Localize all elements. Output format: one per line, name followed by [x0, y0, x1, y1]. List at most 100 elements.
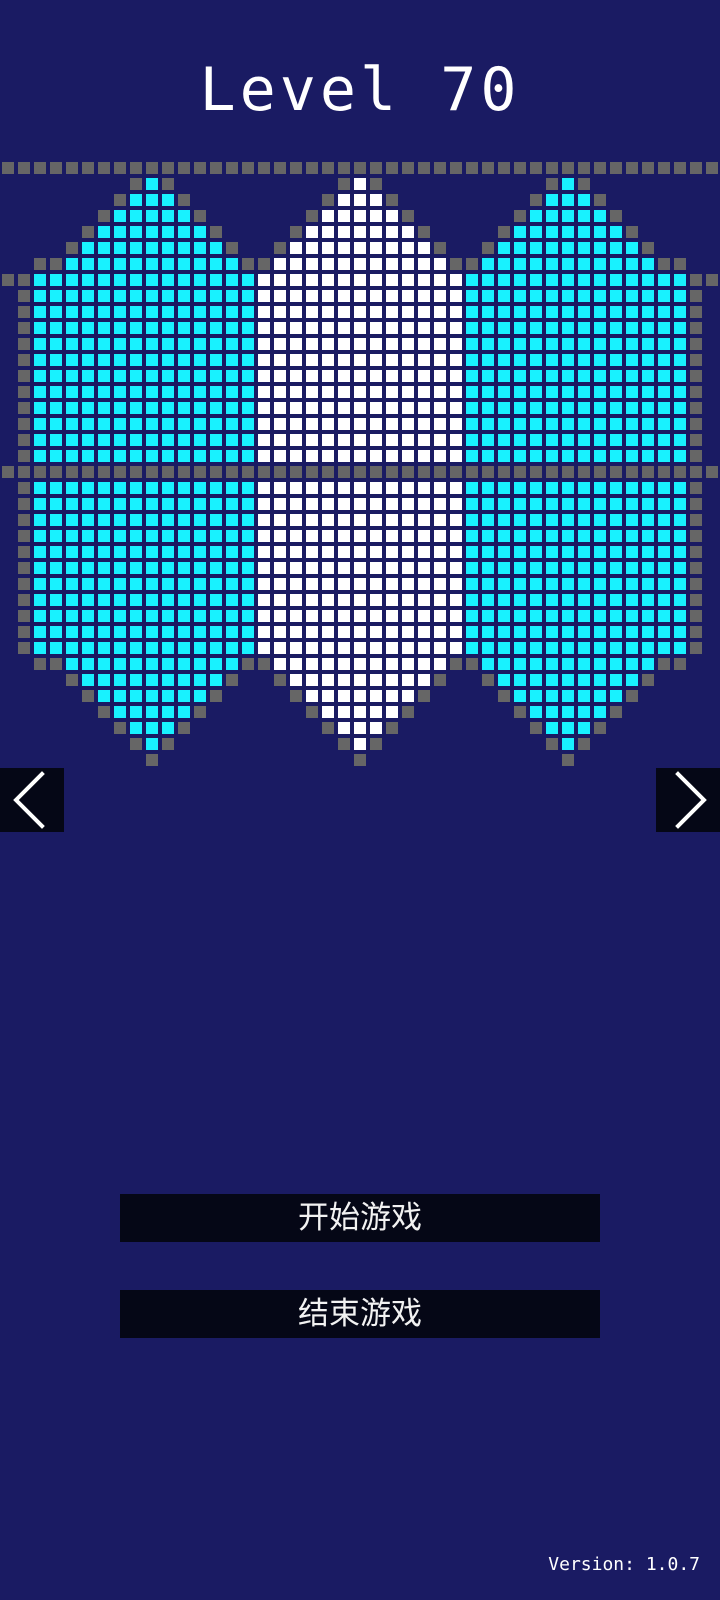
center-panel-cell — [322, 642, 334, 654]
right-panel-cell — [658, 578, 670, 590]
left-panel-cell — [226, 290, 238, 302]
right-panel-cell — [562, 450, 574, 462]
outline-cell — [370, 178, 382, 190]
left-panel-cell — [210, 434, 222, 446]
center-panel-cell — [402, 626, 414, 638]
left-panel-cell — [114, 690, 126, 702]
right-panel-cell — [546, 402, 558, 414]
right-panel-cell — [610, 658, 622, 670]
right-panel-cell — [658, 546, 670, 558]
version-label: Version: 1.0.7 — [548, 1554, 700, 1575]
end-game-button[interactable]: 结束游戏 — [120, 1290, 600, 1338]
outline-cell — [690, 402, 702, 414]
right-panel-cell — [674, 354, 686, 366]
right-panel-cell — [498, 578, 510, 590]
left-panel-cell — [66, 258, 78, 270]
center-panel-cell — [274, 642, 286, 654]
outline-cell — [402, 706, 414, 718]
right-panel-cell — [610, 354, 622, 366]
right-panel-cell — [466, 370, 478, 382]
center-panel-cell — [450, 402, 462, 414]
left-panel-cell — [130, 226, 142, 238]
left-panel-cell — [82, 594, 94, 606]
right-panel-cell — [562, 290, 574, 302]
center-panel-cell — [306, 290, 318, 302]
left-panel-cell — [146, 706, 158, 718]
left-panel-cell — [114, 514, 126, 526]
previous-level-button[interactable] — [0, 768, 64, 832]
right-panel-cell — [514, 258, 526, 270]
right-panel-cell — [466, 482, 478, 494]
right-panel-cell — [466, 306, 478, 318]
center-panel-cell — [306, 674, 318, 686]
right-panel-cell — [658, 642, 670, 654]
right-panel-cell — [578, 258, 590, 270]
right-panel-cell — [482, 642, 494, 654]
top-grid-row-cell — [226, 162, 238, 174]
left-panel-cell — [114, 258, 126, 270]
top-grid-row-cell — [658, 162, 670, 174]
center-panel-cell — [354, 354, 366, 366]
right-panel-cell — [498, 418, 510, 430]
right-panel-cell — [514, 338, 526, 350]
right-panel-cell — [466, 386, 478, 398]
middle-grid-row-cell — [82, 466, 94, 478]
center-panel-cell — [290, 482, 302, 494]
right-panel-cell — [530, 242, 542, 254]
right-panel-cell — [674, 578, 686, 590]
right-panel-cell — [466, 338, 478, 350]
outline-cell — [482, 674, 494, 686]
left-panel-cell — [146, 434, 158, 446]
left-panel-cell — [130, 194, 142, 206]
middle-grid-row-cell — [386, 466, 398, 478]
left-panel-cell — [162, 610, 174, 622]
right-panel-cell — [562, 226, 574, 238]
right-panel-cell — [498, 498, 510, 510]
left-panel-cell — [34, 514, 46, 526]
right-panel-cell — [466, 354, 478, 366]
center-panel-cell — [258, 370, 270, 382]
center-panel-cell — [434, 402, 446, 414]
center-panel-cell — [370, 226, 382, 238]
left-panel-cell — [162, 626, 174, 638]
right-panel-cell — [594, 290, 606, 302]
outline-cell — [450, 258, 462, 270]
next-level-button[interactable] — [656, 768, 720, 832]
right-panel-cell — [674, 290, 686, 302]
middle-grid-row-cell — [370, 466, 382, 478]
level-title: Level 70 — [199, 55, 521, 125]
middle-grid-row-cell — [178, 466, 190, 478]
left-panel-cell — [242, 514, 254, 526]
start-game-button[interactable]: 开始游戏 — [120, 1194, 600, 1242]
top-grid-row-cell — [354, 162, 366, 174]
center-panel-cell — [322, 290, 334, 302]
center-panel-cell — [386, 370, 398, 382]
center-panel-cell — [402, 658, 414, 670]
center-panel-cell — [402, 562, 414, 574]
left-panel-cell — [34, 482, 46, 494]
center-panel-cell — [434, 306, 446, 318]
left-panel-cell — [98, 610, 110, 622]
right-panel-cell — [514, 354, 526, 366]
center-panel-cell — [354, 578, 366, 590]
center-panel-cell — [322, 658, 334, 670]
center-panel-cell — [322, 706, 334, 718]
outline-cell — [18, 386, 30, 398]
center-panel-cell — [338, 626, 350, 638]
outline-cell — [82, 690, 94, 702]
outline-cell — [162, 738, 174, 750]
center-panel-cell — [338, 274, 350, 286]
center-panel-cell — [274, 562, 286, 574]
center-panel-cell — [322, 562, 334, 574]
left-panel-cell — [210, 450, 222, 462]
left-panel-cell — [82, 626, 94, 638]
right-panel-cell — [578, 658, 590, 670]
center-panel-cell — [290, 354, 302, 366]
outline-cell — [18, 610, 30, 622]
center-panel-cell — [418, 674, 430, 686]
right-panel-cell — [578, 578, 590, 590]
left-panel-cell — [162, 706, 174, 718]
left-panel-cell — [130, 274, 142, 286]
center-panel-cell — [386, 546, 398, 558]
outline-cell — [18, 642, 30, 654]
